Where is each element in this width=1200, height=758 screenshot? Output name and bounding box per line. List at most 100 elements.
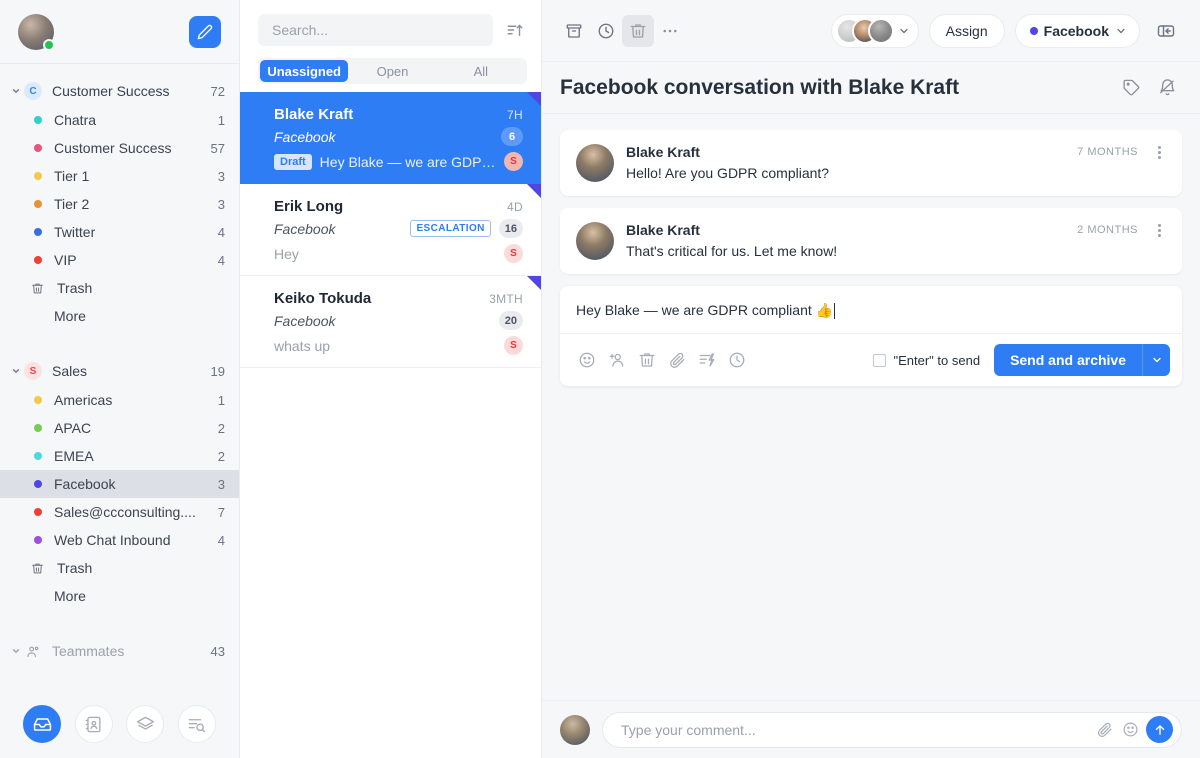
panel-toggle-button[interactable] [1150,15,1182,47]
tab-unassigned[interactable]: Unassigned [260,60,349,82]
schedule-button[interactable] [722,346,752,374]
group-title: Sales [52,363,88,379]
channel-selector-button[interactable]: Facebook [1014,13,1140,48]
trash-icon [630,23,646,38]
sort-button[interactable] [503,18,527,42]
conversation-item-keiko-tokuda[interactable]: Keiko Tokuda 3MTH Facebook 20 whats up S [240,276,541,368]
page-title: Facebook conversation with Blake Kraft [560,75,960,99]
main-toolbar: Assign Facebook [542,0,1200,62]
composer-toolbar: "Enter" to send Send and archive [560,334,1182,386]
escalation-tag: ESCALATION [410,220,491,237]
sidebar-item-label: Americas [54,392,113,408]
status-badge: S [504,244,523,263]
sidebar-item-trash-cs[interactable]: Trash [0,274,239,302]
composer-delete-button[interactable] [632,346,662,374]
sidebar-item-tier-1[interactable]: Tier 1 3 [0,162,239,190]
channel-dot-icon [1029,26,1038,35]
inbox-nav-button[interactable] [23,705,62,743]
chevron-down-icon [1152,357,1161,363]
reports-nav-button[interactable] [177,705,216,743]
chevron-down-icon [8,86,24,96]
comment-send-button[interactable] [1146,716,1173,743]
sidebar-item-customer-success[interactable]: Customer Success 57 [0,134,239,162]
sidebar-item-emea[interactable]: EMEA 2 [0,442,239,470]
composer-input-area[interactable]: Hey Blake — we are GDPR compliant 👍 [560,286,1182,334]
sidebar-item-tier-2[interactable]: Tier 2 3 [0,190,239,218]
search-input[interactable] [258,14,493,46]
list-filter-tabs: Unassigned Open All [258,58,527,84]
avatar [576,144,614,182]
tab-open[interactable]: Open [348,60,436,82]
sidebar-item-count: 2 [217,420,225,436]
channel-dot-icon [34,480,42,488]
message-card: Blake Kraft 2 MONTHS That's critical for… [560,208,1182,274]
enter-to-send-toggle[interactable]: "Enter" to send [872,353,980,368]
text-caret [834,302,836,319]
conversation-item-blake-kraft[interactable]: Blake Kraft 7H Facebook 6 Draft Hey Blak… [240,92,541,184]
sidebar-group-teammates[interactable]: Teammates 43 [0,636,239,666]
channel-dot-icon [34,396,42,404]
emoji-icon [579,352,595,368]
message-menu-button[interactable] [1152,145,1166,159]
tag-button[interactable] [1116,73,1146,103]
comment-attachment-button[interactable] [1091,717,1117,743]
list-search-row [240,0,541,52]
sidebar-item-count: 3 [217,196,225,212]
sidebar-item-count: 3 [217,476,225,492]
trash-icon [31,282,45,295]
more-options-button[interactable] [654,15,686,47]
archive-button[interactable] [558,15,590,47]
channel-dot-icon [34,424,42,432]
tab-all[interactable]: All [437,60,525,82]
assignee-avatar-group[interactable] [830,13,919,48]
sidebar-item-vip[interactable]: VIP 4 [0,246,239,274]
assign-button[interactable]: Assign [928,13,1005,48]
message-text: That's critical for us. Let me know! [626,243,838,259]
send-and-archive-button[interactable]: Send and archive [994,344,1142,376]
conversation-item-erik-long[interactable]: Erik Long 4D Facebook ESCALATION 16 Hey … [240,184,541,276]
sidebar-item-trash-sales[interactable]: Trash [0,554,239,582]
sidebar-group-customer-success[interactable]: C Customer Success 72 [0,76,239,106]
comment-input[interactable] [621,721,1091,738]
channel-dot-icon [34,116,42,124]
trash-icon [639,353,655,367]
sidebar-item-americas[interactable]: Americas 1 [0,386,239,414]
sidebar-item-web-chat-inbound[interactable]: Web Chat Inbound 4 [0,526,239,554]
comment-field-wrapper [602,711,1182,748]
sidebar-group-sales[interactable]: S Sales 19 [0,356,239,386]
send-options-button[interactable] [1142,344,1170,376]
emoji-button[interactable] [572,346,602,374]
delete-button[interactable] [622,14,654,47]
online-status-dot [43,38,55,51]
sidebar-item-label: Tier 1 [54,168,90,184]
quick-reply-button[interactable] [692,346,722,374]
conversation-time: 7H [507,108,523,122]
message-header: Blake Kraft 7 MONTHS [626,144,1166,160]
sidebar-more-cs[interactable]: More [0,302,239,330]
inbox-icon [33,717,52,731]
message-card: Blake Kraft 7 MONTHS Hello! Are you GDPR… [560,130,1182,196]
attachment-button[interactable] [662,346,692,374]
sidebar-item-label: Tier 2 [54,196,90,212]
mute-button[interactable] [1152,73,1182,103]
chevron-down-icon [899,28,908,33]
sidebar-item-sales-email[interactable]: Sales@ccconsulting.... 7 [0,498,239,526]
sidebar-item-facebook[interactable]: Facebook 3 [0,470,239,498]
comment-bar [542,700,1200,758]
conversation-preview-row: whats up S [274,336,523,355]
compose-button[interactable] [189,15,221,48]
avatar[interactable] [18,13,55,51]
contacts-nav-button[interactable] [74,705,113,743]
sidebar-item-twitter[interactable]: Twitter 4 [0,218,239,246]
message-menu-button[interactable] [1152,223,1166,237]
sidebar-more-sales[interactable]: More [0,582,239,610]
quick-reply-icon [699,353,715,367]
sidebar-item-count: 1 [217,392,225,408]
snooze-button[interactable] [590,15,622,47]
comment-emoji-button[interactable] [1117,717,1143,743]
sidebar-item-chatra[interactable]: Chatra 1 [0,106,239,134]
add-person-button[interactable] [602,346,632,374]
sidebar-item-apac[interactable]: APAC 2 [0,414,239,442]
message-body: Blake Kraft 2 MONTHS That's critical for… [626,222,1166,260]
layers-nav-button[interactable] [126,705,165,743]
